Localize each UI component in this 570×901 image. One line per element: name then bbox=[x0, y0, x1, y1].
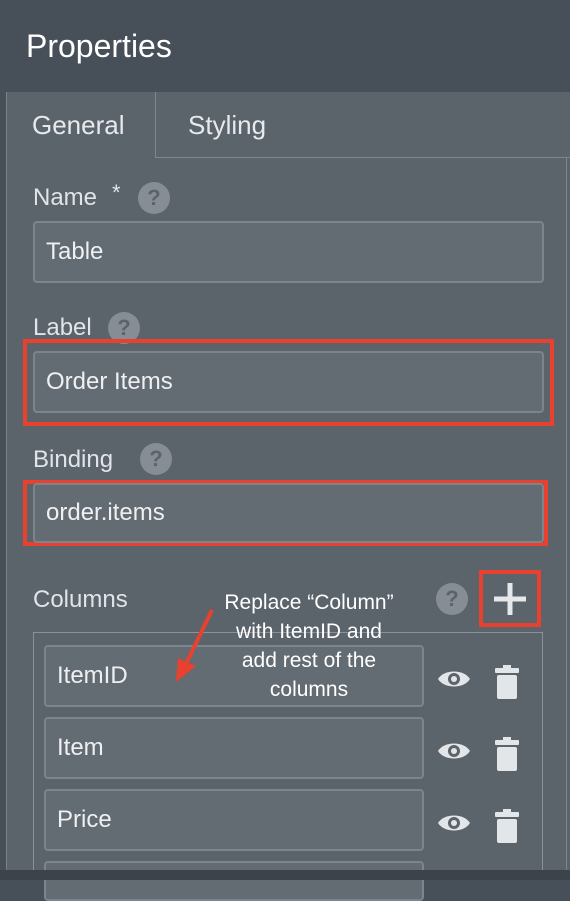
binding-help-icon[interactable]: ? bbox=[140, 443, 172, 475]
page-title: Properties bbox=[26, 28, 172, 64]
plus-icon bbox=[494, 583, 526, 615]
eye-icon[interactable] bbox=[437, 667, 471, 691]
tab-general-label: General bbox=[32, 110, 125, 140]
add-column-button[interactable] bbox=[479, 570, 541, 627]
trash-icon[interactable] bbox=[494, 665, 520, 699]
name-label: Name bbox=[33, 184, 98, 211]
binding-input[interactable]: order.items bbox=[33, 483, 544, 543]
columns-help-icon[interactable]: ? bbox=[436, 583, 468, 615]
tab-general[interactable]: General bbox=[6, 92, 156, 158]
properties-header: Properties bbox=[0, 0, 570, 92]
annotation-line: with ItemID and bbox=[236, 620, 382, 643]
binding-label: Binding bbox=[33, 446, 114, 473]
eye-icon[interactable] bbox=[437, 811, 471, 835]
annotation-arrow bbox=[176, 609, 214, 682]
column-input-price[interactable]: Price bbox=[44, 789, 424, 851]
tab-content-border bbox=[566, 158, 567, 880]
columns-label: Columns bbox=[33, 586, 128, 613]
label-input[interactable]: Order Items bbox=[33, 351, 544, 413]
eye-icon[interactable] bbox=[437, 739, 471, 763]
label-label: Label bbox=[33, 314, 92, 341]
bottom-bar bbox=[0, 870, 570, 880]
annotation-line: add rest of the bbox=[241, 649, 377, 672]
annotation-line: Replace “Column” bbox=[224, 591, 394, 614]
tab-styling-label: Styling bbox=[188, 110, 267, 140]
trash-icon[interactable] bbox=[494, 737, 520, 771]
tab-styling[interactable]: Styling bbox=[156, 92, 570, 158]
column-input-item[interactable]: Item bbox=[44, 717, 424, 779]
column-input-partial[interactable] bbox=[44, 861, 424, 901]
required-mark: * bbox=[112, 180, 121, 205]
annotation-note: Replace “Column” with ItemID and add res… bbox=[196, 588, 422, 704]
name-input[interactable]: Table bbox=[33, 221, 544, 283]
name-help-icon[interactable]: ? bbox=[138, 182, 170, 214]
annotation-line: columns bbox=[269, 678, 349, 701]
trash-icon[interactable] bbox=[494, 809, 520, 843]
